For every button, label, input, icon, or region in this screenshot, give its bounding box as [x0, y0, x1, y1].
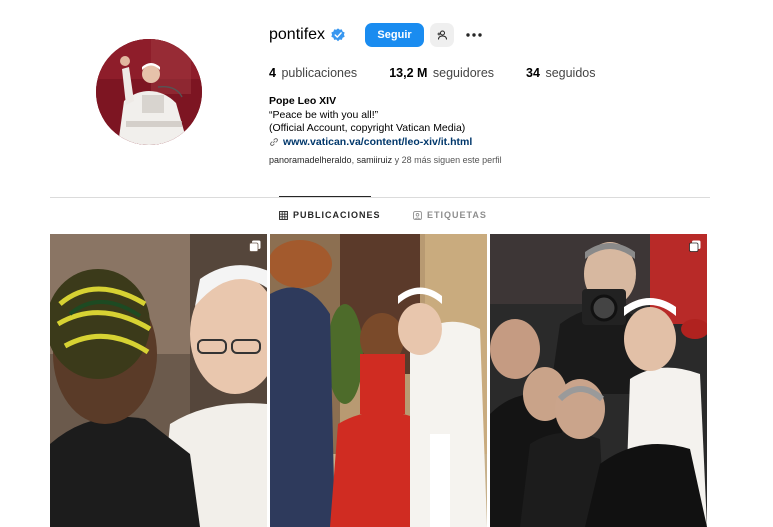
profile-header: pontifex Seguir [269, 22, 484, 48]
more-options-icon [466, 33, 482, 37]
tagged-icon [413, 210, 422, 220]
post-thumbnail-1[interactable] [50, 234, 267, 527]
verified-badge-icon [331, 28, 345, 42]
username: pontifex [269, 26, 326, 43]
followers-count[interactable]: 13,2 M seguidores [389, 66, 494, 80]
active-tab-indicator [279, 196, 371, 197]
bio-link[interactable]: www.vatican.va/content/leo-xiv/it.html [269, 136, 472, 150]
tab-posts[interactable]: PUBLICACIONES [279, 210, 381, 220]
multiple-posts-icon [249, 240, 261, 252]
follow-button[interactable]: Seguir [365, 23, 425, 47]
follower-1[interactable]: panoramadelheraldo [269, 155, 352, 165]
profile-avatar[interactable] [96, 39, 202, 145]
post-thumbnail-2[interactable] [270, 234, 487, 527]
followed-by[interactable]: panoramadelheraldo, samiiruiz y 28 más s… [269, 155, 502, 165]
profile-bio: Pope Leo XIV “Peace be with you all!” (O… [269, 95, 472, 149]
following-count[interactable]: 34 seguidos [526, 66, 595, 80]
link-icon [269, 138, 279, 147]
more-options-button[interactable] [464, 25, 484, 45]
post-thumbnail-3[interactable] [490, 234, 707, 527]
tabs-divider [50, 197, 710, 198]
bio-line-quote: “Peace be with you all!” [269, 108, 379, 121]
grid-icon [279, 210, 288, 220]
tab-tagged[interactable]: ETIQUETAS [413, 210, 487, 220]
profile-stats: 4 publicaciones 13,2 M seguidores 34 seg… [269, 66, 627, 80]
add-person-icon [437, 30, 448, 40]
posts-count: 4 publicaciones [269, 66, 358, 80]
follower-2[interactable]: samiiruiz [357, 155, 393, 165]
full-name: Pope Leo XIV [269, 95, 337, 107]
multiple-posts-icon [689, 240, 701, 252]
suggest-accounts-button[interactable] [430, 23, 455, 47]
bio-line-copyright: (Official Account, copyright Vatican Med… [269, 122, 466, 134]
